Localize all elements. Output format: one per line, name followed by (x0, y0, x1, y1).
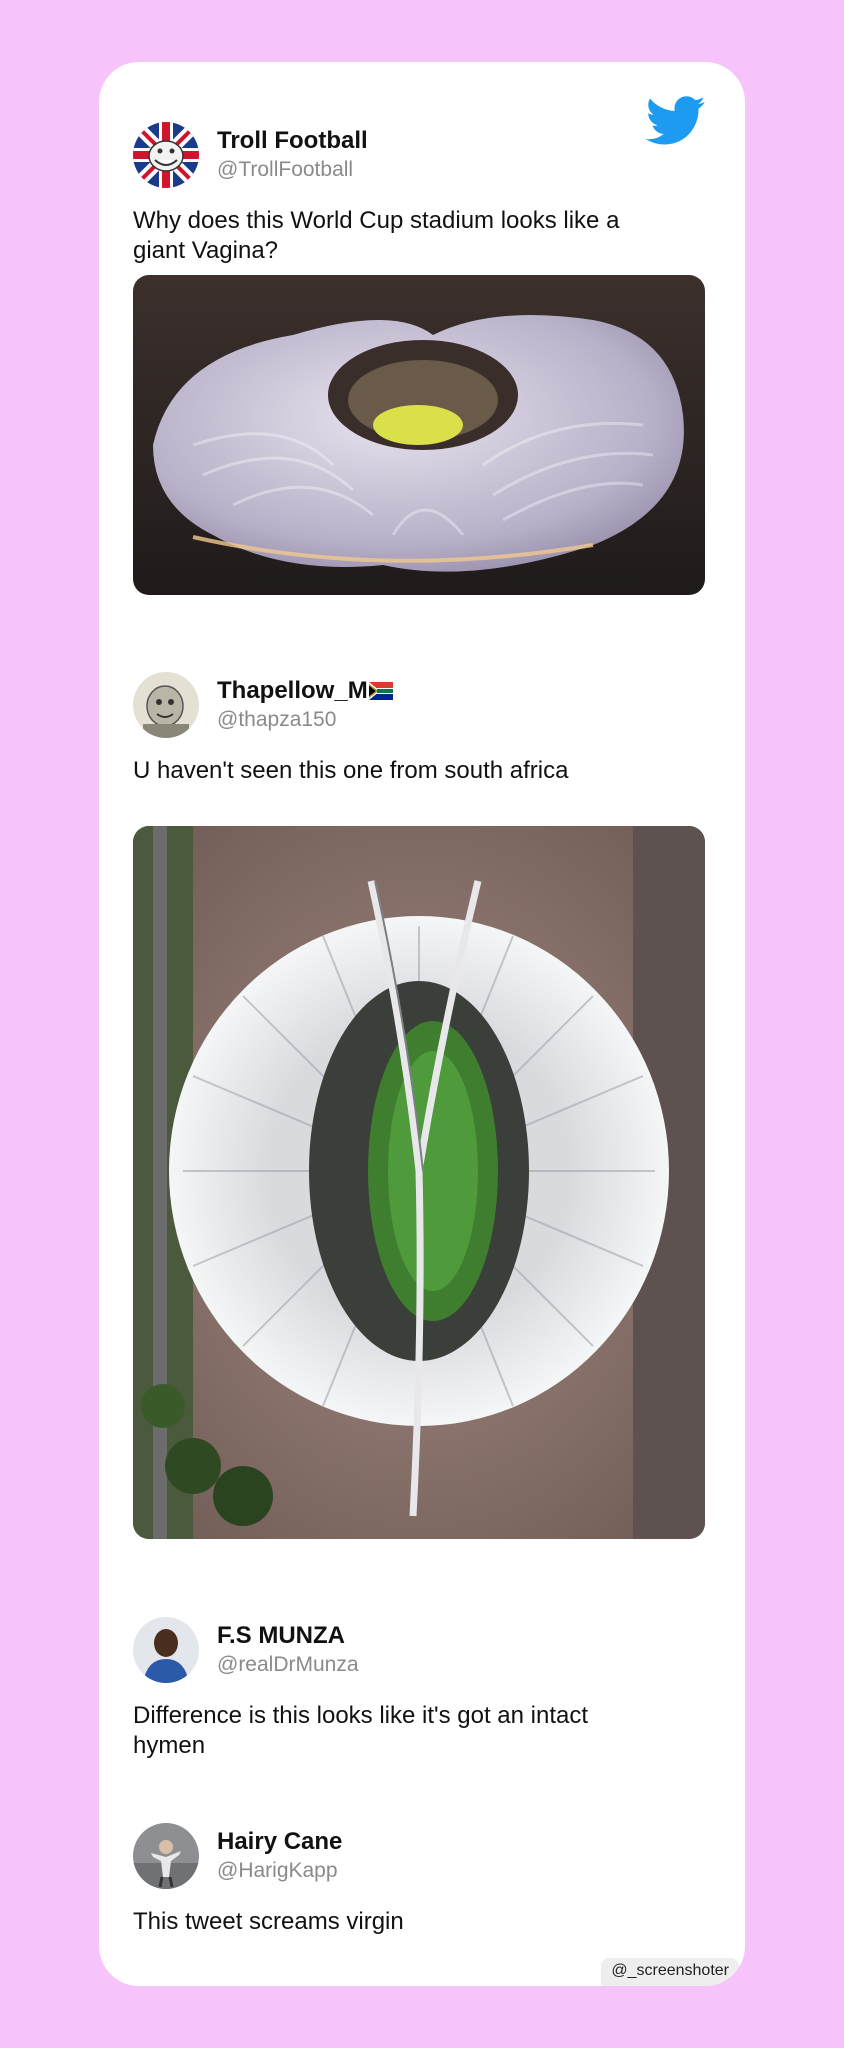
display-name[interactable]: Hairy Cane (217, 1828, 342, 1856)
tweet-header: Troll Football @TrollFootball (133, 122, 705, 188)
tweet-text: Difference is this looks like it's got a… (133, 1702, 589, 1759)
display-name[interactable]: Troll Football (217, 127, 368, 155)
display-name[interactable]: F.S MUNZA (217, 1622, 359, 1650)
cartoon-avatar[interactable] (133, 672, 199, 738)
tweet: F.S MUNZA @realDrMunza Difference is thi… (133, 1617, 705, 1761)
tweet-text: This tweet screams virgin (133, 1908, 404, 1935)
watermark-label: @_screenshoter (601, 1958, 739, 1986)
display-name-text: Thapellow_M (217, 677, 368, 704)
tweet-text: Why does this World Cup stadium looks li… (133, 207, 620, 264)
person-photo-avatar[interactable] (133, 1617, 199, 1683)
handle[interactable]: @thapza150 (217, 707, 393, 733)
stadium-aerial-photo[interactable] (133, 826, 705, 1539)
south-africa-flag-icon (368, 682, 393, 700)
tweet-header: F.S MUNZA @realDrMunza (133, 1617, 705, 1683)
troll-face-union-jack-avatar[interactable] (133, 122, 199, 188)
display-name[interactable]: Thapellow_M (217, 677, 393, 705)
tweet: Troll Football @TrollFootball Why does t… (133, 122, 705, 266)
tweet-header: Thapellow_M @thapza150 (133, 672, 705, 738)
person-photo-avatar[interactable] (133, 1823, 199, 1889)
tweet-header: Hairy Cane @HarigKapp (133, 1823, 705, 1889)
handle[interactable]: @HarigKapp (217, 1858, 342, 1884)
tweet: Hairy Cane @HarigKapp This tweet screams… (133, 1823, 705, 1937)
handle[interactable]: @TrollFootball (217, 157, 368, 183)
tweet-thread-card: Troll Football @TrollFootball Why does t… (99, 62, 745, 1986)
tweet: Thapellow_M @thapza150 U haven't seen th… (133, 672, 705, 786)
tweet-text: U haven't seen this one from south afric… (133, 757, 569, 784)
stadium-render-image[interactable] (133, 275, 705, 595)
handle[interactable]: @realDrMunza (217, 1652, 359, 1678)
